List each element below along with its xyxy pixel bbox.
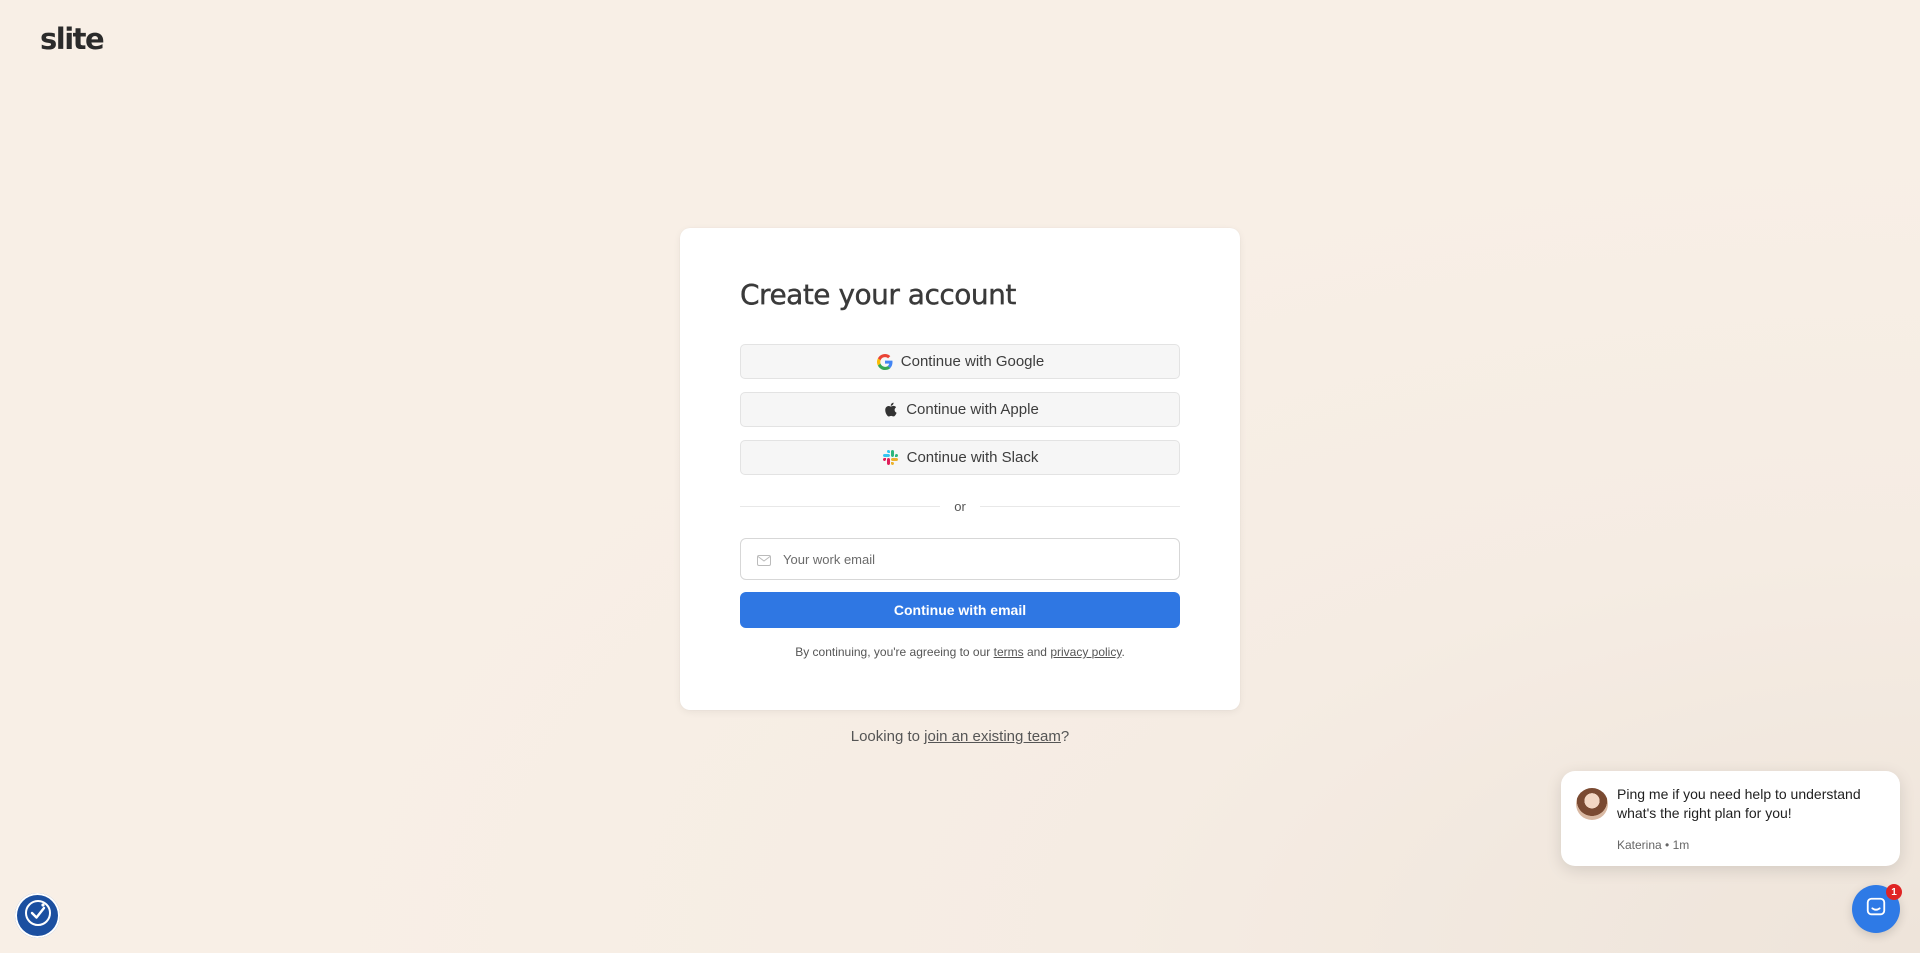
continue-with-email-button[interactable]: Continue with email (740, 592, 1180, 628)
legal-middle: and (1023, 645, 1051, 659)
privacy-policy-link[interactable]: privacy policy (1050, 645, 1121, 659)
accessibility-button[interactable] (15, 893, 60, 938)
agent-avatar (1576, 788, 1608, 820)
google-button-label: Continue with Google (900, 353, 1045, 370)
divider-line-left (740, 505, 941, 507)
legal-suffix: . (1121, 645, 1125, 659)
continue-with-google-button[interactable]: Continue with Google (740, 344, 1180, 379)
accessibility-icon (23, 898, 53, 933)
chat-icon (1865, 896, 1887, 923)
email-field[interactable] (740, 538, 1180, 580)
slack-icon (882, 449, 900, 467)
legal-notice: By continuing, you're agreeing to our te… (740, 645, 1180, 659)
continue-with-slack-button[interactable]: Continue with Slack (740, 440, 1180, 475)
chat-message-text: Ping me if you need help to understand w… (1617, 786, 1861, 821)
apple-icon (881, 401, 899, 419)
page-title: Create your account (740, 278, 1017, 311)
divider-line-right (979, 505, 1180, 507)
apple-button-label: Continue with Apple (906, 401, 1039, 418)
terms-link[interactable]: terms (994, 645, 1024, 659)
chat-message-bubble[interactable]: Ping me if you need help to understand w… (1561, 771, 1900, 866)
slack-button-label: Continue with Slack (906, 449, 1039, 466)
email-input[interactable] (783, 551, 1179, 567)
continue-with-apple-button[interactable]: Continue with Apple (740, 392, 1180, 427)
join-team-prompt: Looking to join an existing team? (680, 728, 1240, 745)
mail-icon (757, 553, 773, 566)
join-prefix: Looking to (850, 728, 925, 745)
join-suffix: ? (1060, 728, 1070, 745)
join-existing-team-link[interactable]: join an existing team (924, 728, 1061, 745)
divider-text: or (954, 498, 966, 514)
signup-card: Create your account Continue with Google… (680, 228, 1240, 710)
chat-launcher-button[interactable]: 1 (1852, 884, 1902, 933)
slite-logo[interactable]: slite (40, 22, 105, 56)
unread-badge: 1 (1886, 884, 1902, 900)
or-divider: or (740, 497, 1180, 515)
google-icon (876, 353, 894, 371)
chat-message-meta: Katerina • 1m (1617, 838, 1690, 852)
legal-prefix: By continuing, you're agreeing to our (795, 645, 994, 659)
